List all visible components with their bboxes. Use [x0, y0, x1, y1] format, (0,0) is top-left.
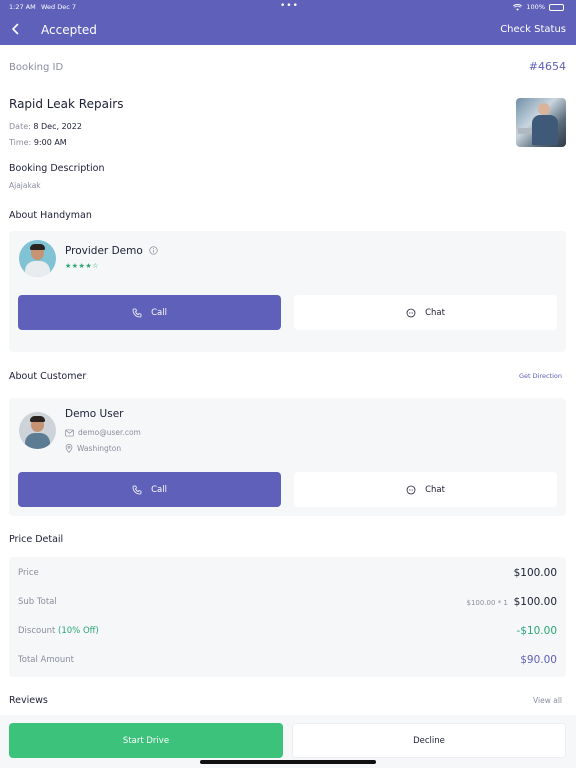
- time-value: 9:00 AM: [33, 138, 67, 147]
- handyman-call-button[interactable]: Call: [18, 295, 281, 330]
- booking-id-label: Booking ID: [9, 62, 64, 73]
- provider-name: Provider Demo: [65, 245, 143, 257]
- battery-icon: [549, 3, 564, 11]
- customer-email[interactable]: demo@user.com: [65, 428, 141, 437]
- status-time: 1:27 AM: [9, 3, 36, 11]
- multitask-dots[interactable]: •••: [280, 1, 299, 11]
- phone-icon: [132, 485, 142, 494]
- about-handyman-title: About Handyman: [9, 210, 92, 221]
- subtotal-row: Sub Total $100.00 * 1 $100.00: [18, 594, 557, 610]
- booking-description-text: Ajajakak: [9, 181, 41, 190]
- price-value: $100.00: [513, 567, 557, 579]
- service-title: Rapid Leak Repairs: [9, 97, 124, 111]
- date-label: Date:: [9, 122, 31, 131]
- status-date: Wed Dec 7: [41, 3, 77, 11]
- bottom-action-bar: Start Drive Decline: [0, 715, 576, 768]
- discount-percent: (10% Off): [58, 626, 99, 636]
- customer-email-text: demo@user.com: [78, 428, 141, 437]
- provider-rating-stars: ★★★★☆: [65, 262, 99, 270]
- customer-name: Demo User: [65, 408, 124, 420]
- check-status-button[interactable]: Check Status: [500, 24, 566, 35]
- subtotal-value: $100.00: [513, 596, 557, 608]
- subtotal-detail: $100.00 * 1: [466, 599, 508, 607]
- info-icon[interactable]: [149, 246, 158, 255]
- price-row: Price $100.00: [18, 565, 557, 581]
- chat-icon: [406, 485, 416, 494]
- home-indicator: [200, 760, 376, 764]
- handyman-chat-button[interactable]: Chat: [294, 295, 557, 330]
- view-all-reviews-link[interactable]: View all: [533, 696, 562, 705]
- total-label: Total Amount: [18, 655, 74, 665]
- mail-icon: [65, 429, 74, 436]
- price-label: Price: [18, 568, 39, 578]
- status-right: 100%: [513, 3, 564, 11]
- customer-avatar: [19, 412, 56, 449]
- chat-label: Chat: [425, 484, 445, 495]
- provider-avatar: [19, 240, 56, 277]
- subtotal-label: Sub Total: [18, 597, 57, 607]
- discount-label: Discount: [18, 626, 56, 636]
- booking-date: Date: 8 Dec, 2022: [9, 122, 566, 131]
- start-drive-button[interactable]: Start Drive: [9, 723, 283, 758]
- total-row: Total Amount $90.00: [18, 652, 557, 668]
- decline-button[interactable]: Decline: [292, 723, 566, 758]
- discount-value: -$10.00: [516, 625, 557, 637]
- date-value: 8 Dec, 2022: [33, 122, 82, 131]
- discount-row: Discount (10% Off) -$10.00: [18, 623, 557, 639]
- booking-id-value: #4654: [528, 60, 566, 73]
- booking-description-title: Booking Description: [9, 163, 105, 174]
- status-bar: 1:27 AM Wed Dec 7 ••• 100%: [0, 1, 576, 13]
- chat-label: Chat: [425, 307, 445, 318]
- page-title: Accepted: [41, 23, 97, 37]
- handyman-card: Provider Demo ★★★★☆ Call Chat: [9, 231, 566, 352]
- customer-location: Washington: [65, 444, 121, 453]
- customer-location-text: Washington: [77, 444, 122, 453]
- call-label: Call: [151, 307, 167, 318]
- get-direction-link[interactable]: Get Direction: [519, 372, 562, 380]
- reviews-title: Reviews: [9, 695, 48, 706]
- time-label: Time:: [9, 138, 32, 147]
- back-arrow-icon[interactable]: [9, 22, 23, 36]
- battery-percent: 100%: [526, 3, 545, 11]
- phone-icon: [132, 308, 142, 317]
- about-customer-title: About Customer: [9, 371, 87, 382]
- app-header: 1:27 AM Wed Dec 7 ••• 100% Accepted Chec…: [0, 0, 576, 45]
- total-value: $90.00: [520, 654, 557, 666]
- customer-call-button[interactable]: Call: [18, 472, 281, 507]
- customer-card: Demo User demo@user.com Washington Call …: [9, 398, 566, 516]
- booking-time: Time: 9:00 AM: [9, 138, 566, 147]
- price-detail-card: Price $100.00 Sub Total $100.00 * 1 $100…: [9, 557, 566, 677]
- wifi-icon: [513, 3, 523, 11]
- location-pin-icon: [65, 444, 73, 453]
- call-label: Call: [151, 484, 167, 495]
- customer-chat-button[interactable]: Chat: [294, 472, 557, 507]
- price-detail-title: Price Detail: [9, 534, 64, 545]
- chat-icon: [406, 308, 416, 317]
